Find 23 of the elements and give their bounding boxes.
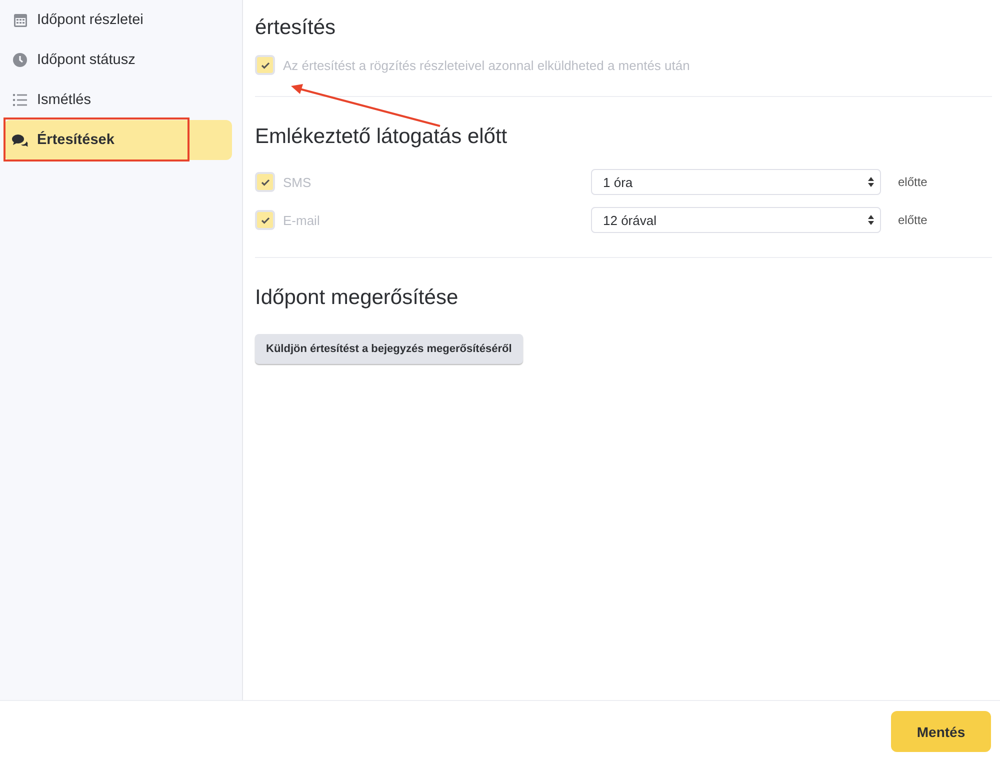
- section-title: értesítés: [255, 16, 337, 40]
- checkmark-icon: [260, 62, 270, 68]
- list-icon: [13, 94, 27, 106]
- select-arrows-icon: [868, 215, 874, 225]
- section-title: Időpont megerősítése: [255, 286, 460, 310]
- chat-icon: [12, 134, 28, 146]
- send-confirmation-button[interactable]: Küldjön értesítést a bejegyzés megerősítéséről: [255, 334, 523, 364]
- suffix-label: előtte: [897, 175, 928, 189]
- checkmark-icon: [260, 178, 270, 186]
- sidebar-item[interactable]: Időpont státusz: [4, 40, 232, 80]
- suffix-label: előtte: [897, 213, 928, 227]
- save-button[interactable]: Mentés: [891, 711, 991, 752]
- sidebar-item[interactable]: Értesítések: [4, 120, 232, 160]
- calendar-icon: [14, 13, 26, 27]
- clock-icon: [13, 53, 27, 67]
- checkmark-icon: [260, 216, 270, 224]
- section-title: Emlékeztető látogatás előtt: [255, 125, 508, 149]
- sidebar-item[interactable]: Ismétlés: [4, 80, 232, 120]
- checkbox-label: Az értesítést a rögzítés részleteivel azonnal elküldheted a mentés után: [283, 58, 690, 72]
- sidebar-item[interactable]: Időpont részletei: [4, 0, 232, 40]
- checkbox-label: SMS: [283, 174, 312, 190]
- select-arrows-icon: [868, 177, 874, 187]
- checkbox-label: E-mail: [283, 212, 320, 228]
